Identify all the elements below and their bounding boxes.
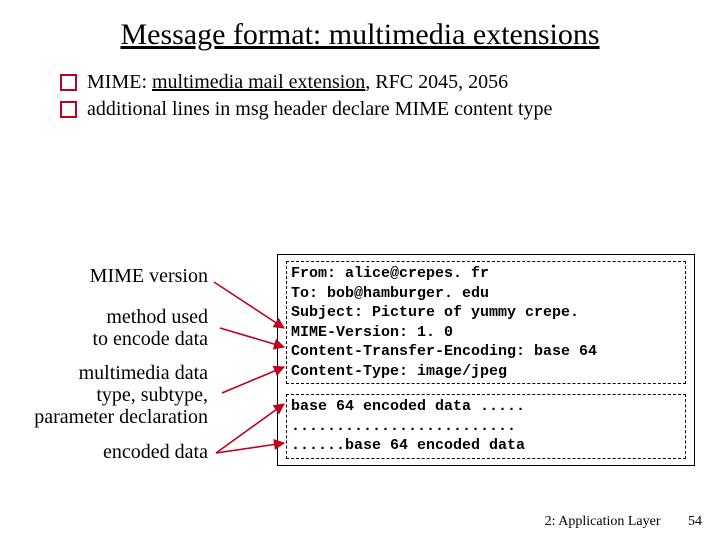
label-content-type: multimedia data type, subtype, parameter… bbox=[34, 362, 208, 428]
bullet-text: additional lines in msg header declare M… bbox=[87, 97, 680, 122]
body-line: ......base 64 encoded data bbox=[291, 436, 681, 456]
header-line: Content-Transfer-Encoding: base 64 bbox=[291, 342, 681, 362]
footer-page-number: 54 bbox=[688, 514, 702, 529]
body-line: ......................... bbox=[291, 417, 681, 437]
diagram-area: MIME version method used to encode data … bbox=[0, 248, 720, 488]
slide-footer: 2: Application Layer 54 bbox=[545, 514, 702, 530]
square-bullet-icon bbox=[60, 101, 77, 118]
slide-title: Message format: multimedia extensions bbox=[0, 0, 720, 52]
bullet-text: MIME: multimedia mail extension, RFC 204… bbox=[87, 70, 680, 95]
footer-chapter: 2: Application Layer bbox=[545, 514, 661, 529]
message-body-block: base 64 encoded data ..... .............… bbox=[286, 394, 686, 459]
label-encoded-data: encoded data bbox=[103, 441, 208, 463]
message-box: From: alice@crepes. fr To: bob@hamburger… bbox=[277, 254, 695, 466]
bullet-item: additional lines in msg header declare M… bbox=[60, 97, 680, 122]
header-line: To: bob@hamburger. edu bbox=[291, 284, 681, 304]
bullet-part: , RFC 2045, 2056 bbox=[365, 71, 508, 93]
bullet-item: MIME: multimedia mail extension, RFC 204… bbox=[60, 70, 680, 95]
label-encoding-method: method used to encode data bbox=[93, 306, 209, 350]
bullet-list: MIME: multimedia mail extension, RFC 204… bbox=[60, 70, 680, 122]
bullet-part: MIME: bbox=[87, 71, 152, 93]
header-line: From: alice@crepes. fr bbox=[291, 264, 681, 284]
bullet-underline: multimedia mail extension bbox=[152, 71, 365, 93]
body-line: base 64 encoded data ..... bbox=[291, 397, 681, 417]
header-line: Content-Type: image/jpeg bbox=[291, 362, 681, 382]
header-line: Subject: Picture of yummy crepe. bbox=[291, 303, 681, 323]
header-line: MIME-Version: 1. 0 bbox=[291, 323, 681, 343]
message-header-block: From: alice@crepes. fr To: bob@hamburger… bbox=[286, 261, 686, 384]
square-bullet-icon bbox=[60, 74, 77, 91]
label-mime-version: MIME version bbox=[90, 265, 208, 287]
